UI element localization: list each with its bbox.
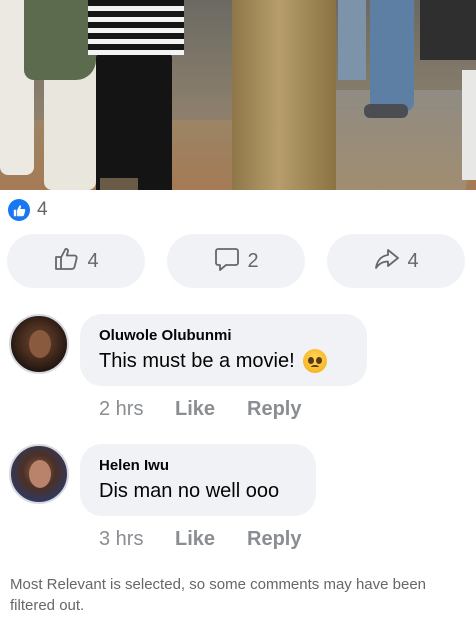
photo-figure bbox=[338, 0, 366, 80]
post-photo[interactable] bbox=[0, 0, 476, 190]
photo-figure bbox=[96, 52, 172, 190]
comment-text-row: This must be a movie! bbox=[99, 346, 349, 376]
pleading-face-emoji-icon bbox=[302, 349, 327, 373]
photo-figure bbox=[364, 104, 408, 118]
comment-bubble: Helen Iwu Dis man no well ooo bbox=[80, 444, 316, 516]
avatar-face bbox=[29, 330, 51, 358]
comment-time[interactable]: 2 hrs bbox=[99, 398, 175, 421]
comment-meta: 3 hrs Like Reply bbox=[99, 528, 301, 551]
comment-count: 2 bbox=[247, 249, 259, 272]
filter-note: Most Relevant is selected, so some comme… bbox=[10, 576, 427, 614]
photo-figure bbox=[88, 0, 184, 55]
thumbs-up-outline-icon bbox=[53, 245, 81, 278]
avatar[interactable] bbox=[9, 314, 69, 374]
comment-like-button[interactable]: Like bbox=[175, 398, 247, 421]
reaction-count: 4 bbox=[37, 199, 48, 220]
photo-figure bbox=[100, 178, 138, 190]
comment-author[interactable]: Oluwole Olubunmi bbox=[99, 326, 349, 346]
photo-figure bbox=[370, 0, 414, 112]
comment-meta: 2 hrs Like Reply bbox=[99, 398, 301, 421]
photo-figure bbox=[24, 0, 96, 80]
comment-text: Dis man no well ooo bbox=[99, 480, 280, 502]
reactions-summary[interactable]: 4 bbox=[8, 198, 48, 222]
like-button[interactable]: 4 bbox=[7, 234, 145, 288]
like-count: 4 bbox=[87, 249, 99, 272]
comment-text-row: Dis man no well ooo bbox=[99, 476, 298, 506]
comment-bubble: Oluwole Olubunmi This must be a movie! bbox=[80, 314, 367, 386]
avatar-face bbox=[29, 460, 51, 488]
avatar[interactable] bbox=[9, 444, 69, 504]
photo-figure bbox=[420, 0, 476, 60]
share-button[interactable]: 4 bbox=[327, 234, 465, 288]
photo-figure bbox=[232, 0, 336, 190]
comment-reply-button[interactable]: Reply bbox=[247, 528, 301, 551]
comment-button[interactable]: 2 bbox=[167, 234, 305, 288]
comment-time[interactable]: 3 hrs bbox=[99, 528, 175, 551]
share-count: 4 bbox=[407, 249, 419, 272]
thumbs-up-icon bbox=[8, 199, 30, 221]
comment-author[interactable]: Helen Iwu bbox=[99, 456, 298, 476]
comment-text: This must be a movie! bbox=[99, 350, 295, 372]
share-arrow-icon bbox=[373, 245, 401, 278]
photo-figure bbox=[462, 70, 476, 180]
comment-reply-button[interactable]: Reply bbox=[247, 398, 301, 421]
comment-bubble-icon bbox=[213, 245, 241, 278]
comment-like-button[interactable]: Like bbox=[175, 528, 247, 551]
